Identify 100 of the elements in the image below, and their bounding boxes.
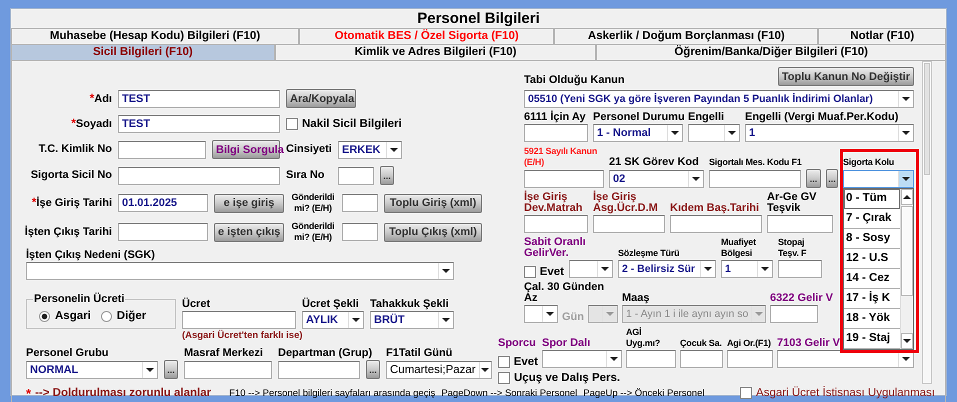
input-field[interactable]	[767, 215, 833, 233]
dropdown[interactable]: 1	[745, 124, 914, 142]
field-label: İşe Giriş Tarihi	[36, 198, 112, 209]
input-field[interactable]	[524, 170, 604, 188]
input-field[interactable]	[184, 360, 272, 378]
field-label: 6111 İçin Ay	[524, 112, 586, 123]
dropdown[interactable]: Cumartesi;Pazar	[386, 360, 492, 378]
field-label: Stopaj Teşv. F	[778, 237, 808, 259]
scrollbar[interactable]	[900, 189, 913, 349]
dropdown[interactable]: BRÜT	[370, 311, 454, 329]
input-field[interactable]	[524, 124, 588, 142]
field-label: Adı	[94, 94, 112, 104]
field-label: Spor Dalı	[542, 338, 590, 349]
checkbox-label: Nakil Sicil Bilgileri	[302, 118, 402, 130]
required-mark: *	[71, 118, 76, 129]
field-label: Sözleşme Türü	[618, 248, 680, 259]
dropdown[interactable]: ERKEK	[338, 140, 402, 158]
shortcut-hint: PageUp --> Önceki Personel	[583, 388, 704, 398]
required-mark: *	[26, 386, 32, 400]
input-field[interactable]	[182, 311, 296, 329]
field-label: Sigorta Sicil No	[30, 170, 112, 181]
tab[interactable]: Notlar (F10)	[818, 28, 946, 44]
button[interactable]: Ara/Kopyala	[286, 89, 356, 108]
input-field[interactable]	[338, 166, 374, 184]
dropdown[interactable]	[524, 305, 558, 323]
dropdown[interactable]: NORMAL	[26, 360, 158, 378]
group-title: Personelin Ücreti	[33, 293, 126, 305]
input-field[interactable]	[278, 360, 360, 378]
button[interactable]: ...	[806, 169, 821, 188]
input-field[interactable]	[118, 223, 208, 241]
checkbox[interactable]	[286, 118, 298, 130]
button[interactable]: ...	[380, 166, 394, 185]
checkbox[interactable]	[498, 356, 510, 368]
field-label: Kıdem Baş.Tarihi	[670, 203, 760, 214]
radio-button[interactable]	[39, 310, 50, 322]
input-field[interactable]	[727, 350, 773, 368]
field-label: 7103 Gelir V	[777, 338, 840, 349]
input-field[interactable]: TEST	[118, 90, 280, 108]
tab[interactable]: Otomatik BES / Özel Sigorta (F10)	[299, 28, 554, 44]
field-label: Sigorta Kolu	[843, 157, 894, 168]
tab[interactable]: Askerlik / Doğum Borçlanması (F10)	[554, 28, 818, 44]
field-label: Tahakkuk Şekli	[370, 299, 449, 310]
field-label: 5921 Sayılı Kanun (E/H)	[524, 146, 598, 168]
field-label: Sigortalı Mes. Kodu F1	[709, 157, 802, 168]
input-field[interactable]	[770, 305, 818, 323]
checkbox[interactable]	[524, 266, 536, 278]
input-field[interactable]: 01.01.2025	[118, 194, 208, 212]
field-label: AGİ Uyg.mı?	[626, 327, 662, 349]
tab[interactable]: Öğrenim/Banka/Diğer Bilgileri (F10)	[596, 44, 946, 60]
input-field[interactable]	[680, 350, 723, 368]
input-field[interactable]: TEST	[118, 115, 280, 133]
caret-icon	[478, 362, 491, 378]
button[interactable]: Toplu Kanun No Değiştir	[778, 67, 914, 86]
dropdown[interactable]: 05510 (Yeni SGK ya göre İşveren Payından 5 Puanlık İndirimi Olanlar)	[524, 90, 914, 108]
checkbox[interactable]	[498, 372, 510, 384]
button[interactable]: ...	[826, 169, 838, 188]
button[interactable]: Toplu Çıkış (xml)	[384, 222, 482, 242]
checkbox-label: Evet	[540, 266, 564, 278]
scrollbar[interactable]	[922, 61, 932, 384]
input-field[interactable]	[626, 350, 676, 368]
checkbox[interactable]	[740, 387, 752, 399]
required-mark: *	[90, 92, 94, 104]
tab[interactable]: Muhasebe (Hesap Kodu) Bilgileri (F10)	[11, 28, 300, 44]
button[interactable]: e işe giriş	[214, 194, 284, 212]
button[interactable]: ...	[366, 360, 380, 379]
field-label: Agi Or.(F1)	[727, 338, 771, 349]
dropdown-option[interactable]: 0 - Tüm	[844, 189, 900, 209]
input-field[interactable]	[118, 166, 280, 184]
input-field[interactable]	[342, 194, 378, 212]
input-field[interactable]	[709, 170, 801, 188]
dropdown[interactable]: AYLIK	[302, 311, 364, 329]
field-label: 6322 Gelir V	[770, 293, 833, 304]
button[interactable]: Toplu Giriş (xml)	[384, 194, 482, 212]
input-field[interactable]	[778, 260, 822, 278]
field-label: F1Tatil Günü	[386, 348, 452, 359]
field-label: Soyadı	[76, 119, 112, 130]
input-field[interactable]	[670, 215, 762, 233]
field-label: 21 SK Görev Kod	[609, 157, 699, 168]
field-label: Cinsiyeti	[286, 144, 332, 155]
button[interactable]: e işten çıkış	[214, 222, 284, 242]
input-field[interactable]	[118, 140, 206, 158]
dropdown[interactable]: 1 - Normal	[593, 124, 683, 142]
field-label: Personel Grubu	[26, 348, 109, 359]
field-label: Sporcu	[498, 338, 536, 349]
tab[interactable]: Sicil Bilgileri (F10)	[11, 44, 275, 60]
field-label: Maaş	[622, 293, 650, 304]
field-label: İşten Çıkış Nedeni (SGK)	[26, 250, 155, 261]
button[interactable]: ...	[164, 360, 178, 379]
field-label: Engelli (Vergi Muaf.Per.Kodu)	[745, 112, 898, 123]
input-field[interactable]	[524, 215, 588, 233]
tab[interactable]: Kimlik ve Adres Bilgileri (F10)	[274, 44, 596, 60]
input-field[interactable]	[593, 215, 665, 233]
radio-label: Diğer	[116, 310, 146, 322]
field-label: Departman (Grup)	[278, 348, 372, 359]
radio-button[interactable]	[100, 310, 112, 322]
dropdown[interactable]: 1	[721, 260, 773, 278]
field-label: Çocuk Sa.	[680, 338, 722, 349]
dropdown[interactable]: 02	[609, 170, 704, 188]
dropdown[interactable]: 2 - Belirsiz Sür	[618, 260, 716, 278]
input-field[interactable]	[342, 223, 378, 241]
